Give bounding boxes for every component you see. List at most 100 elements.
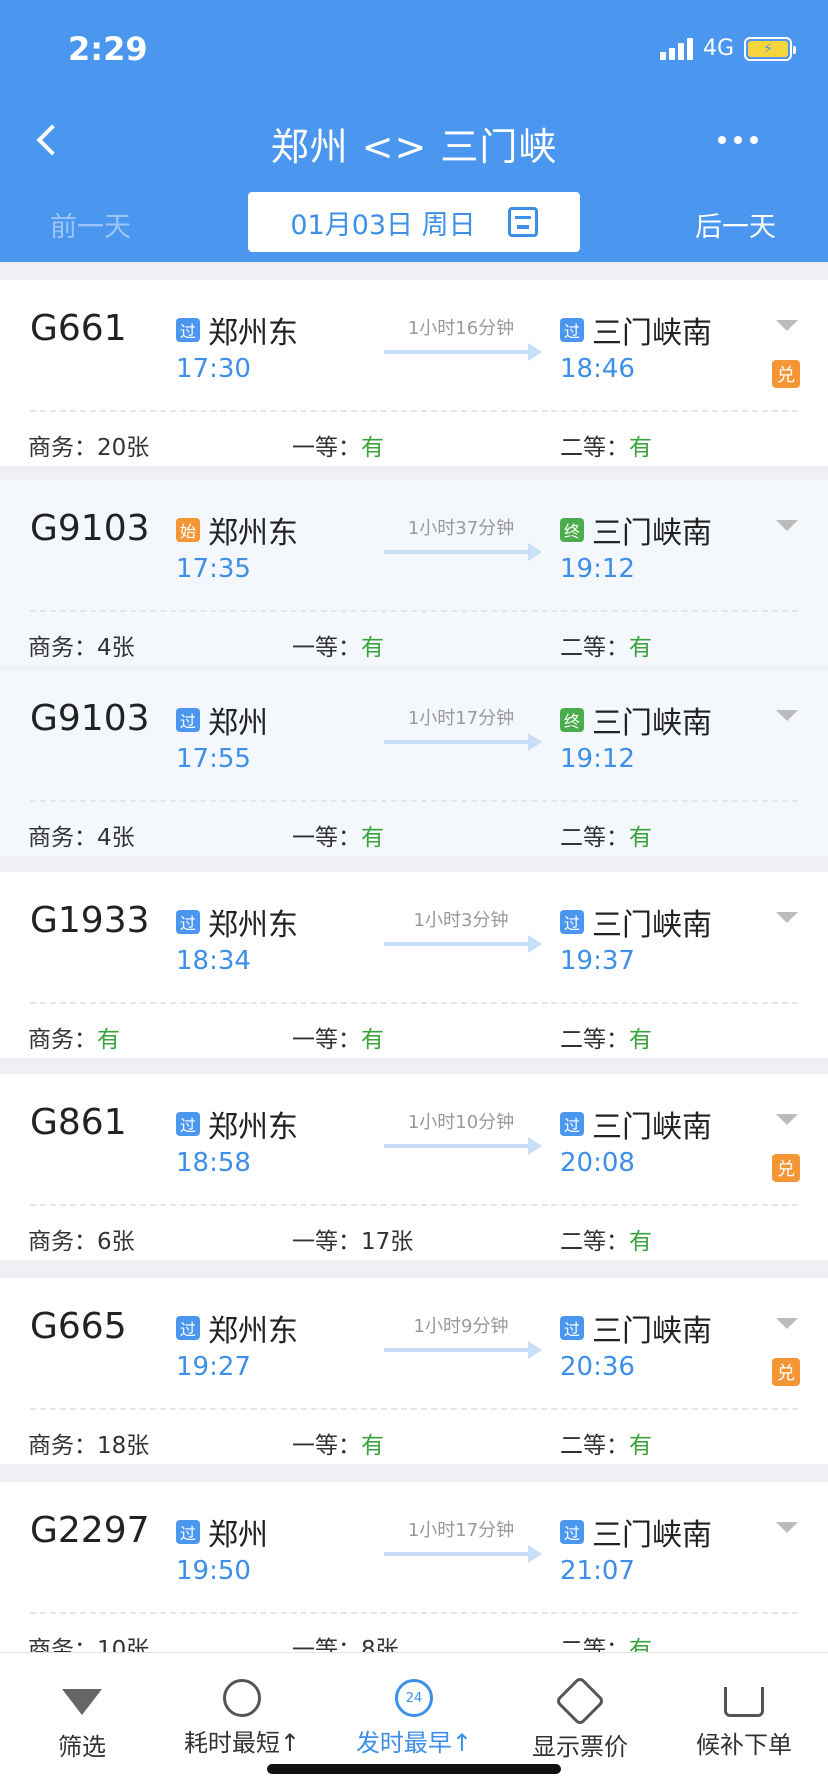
nav-label: 耗时最短↑ [183,1729,301,1757]
pass-tag: 过 [176,1112,200,1136]
arrival-station: 终三门峡南 [560,698,712,742]
redeem-badge: 兑 [772,1154,800,1182]
seat-first: 一等：有 [292,825,384,851]
departure-station: 过郑州东 [176,1102,298,1146]
origin-tag: 始 [176,518,200,542]
seat-business: 商务：18张 [28,1433,150,1459]
seat-second: 二等：有 [560,1637,652,1652]
seat-second: 二等：有 [560,1229,652,1255]
seat-business: 商务：4张 [28,635,135,661]
departure-time: 17:35 [176,554,251,584]
departure-station: 过郑州东 [176,900,298,944]
arrival-station: 过三门峡南 [560,1102,712,1146]
pass-tag: 过 [176,910,200,934]
pass-tag: 过 [560,1316,584,1340]
nav-show-price[interactable]: 显示票价 [510,1675,650,1762]
arrival-station: 过三门峡南 [560,1306,712,1350]
status-time: 2:29 [68,30,148,68]
stopwatch-icon [223,1679,261,1717]
calendar-icon [507,207,538,237]
seat-first: 一等：有 [292,1027,384,1053]
train-card[interactable]: G665 过郑州东 19:27 1小时9分钟 过三门峡南 20:36 兑 商务：… [0,1278,828,1464]
divider [30,610,798,612]
pass-tag: 过 [176,708,200,732]
departure-time: 19:27 [176,1352,251,1382]
arrival-time: 18:46 [560,354,635,384]
nav-earliest[interactable]: 24 发时最早↑ [344,1679,484,1758]
expand-icon[interactable] [776,710,798,721]
expand-icon[interactable] [776,912,798,923]
signal-icon [659,37,693,60]
train-number: G661 [30,308,127,349]
expand-icon[interactable] [776,1318,798,1329]
arrival-time: 21:07 [560,1556,635,1586]
arrival-time: 20:36 [560,1352,635,1382]
arrival-time: 19:37 [560,946,635,976]
next-day-button[interactable]: 后一天 [695,205,776,244]
seat-business: 商务：20张 [28,435,150,461]
train-list[interactable]: G661 过郑州东 17:30 1小时16分钟 过三门峡南 18:46 兑 商务… [0,262,828,1652]
duration: 1小时17分钟 [407,1520,515,1541]
train-number: G2297 [30,1510,150,1551]
date-label: 01月03日 周日 [290,209,476,241]
nav-filter[interactable]: 筛选 [12,1679,152,1762]
train-card[interactable]: G2297 过郑州 19:50 1小时17分钟 过三门峡南 21:07 商务：1… [0,1482,828,1652]
arrow-icon [384,1137,542,1155]
arrival-time: 19:12 [560,744,635,774]
nav-label: 候补下单 [696,1731,792,1759]
departure-time: 18:58 [176,1148,251,1178]
seat-first: 一等：有 [292,1433,384,1459]
expand-icon[interactable] [776,520,798,531]
divider [30,1204,798,1206]
divider [30,800,798,802]
prev-day-button[interactable]: 前一天 [50,205,131,244]
terminal-tag: 终 [560,518,584,542]
more-button[interactable] [718,136,758,144]
train-number: G861 [30,1102,127,1143]
pass-tag: 过 [560,1112,584,1136]
seat-second: 二等：有 [560,825,652,851]
train-number: G1933 [30,900,150,941]
seat-second: 二等：有 [560,1027,652,1053]
arrival-station: 终三门峡南 [560,508,712,552]
divider [30,1408,798,1410]
divider [30,1612,798,1614]
train-card[interactable]: G661 过郑州东 17:30 1小时16分钟 过三门峡南 18:46 兑 商务… [0,280,828,466]
filter-icon [62,1689,102,1715]
duration: 1小时17分钟 [407,708,515,729]
departure-station: 过郑州 [176,1510,268,1554]
arrival-station: 过三门峡南 [560,900,712,944]
divider [30,1002,798,1004]
home-indicator [267,1764,561,1774]
train-card[interactable]: G1933 过郑州东 18:34 1小时3分钟 过三门峡南 19:37 商务：有… [0,872,828,1058]
departure-station: 始郑州东 [176,508,298,552]
nav-shortest[interactable]: 耗时最短↑ [172,1679,312,1758]
train-card[interactable]: G9103 过郑州 17:55 1小时17分钟 终三门峡南 19:12 商务：4… [0,670,828,856]
seat-business: 商务：6张 [28,1229,135,1255]
nav-label: 发时最早↑ [355,1729,473,1757]
departure-time: 17:55 [176,744,251,774]
pass-tag: 过 [176,1316,200,1340]
arrow-icon [384,343,542,361]
seat-first: 一等：8张 [292,1637,399,1652]
pass-tag: 过 [176,318,200,342]
seat-second: 二等：有 [560,1433,652,1459]
seat-business: 商务：10张 [28,1637,150,1652]
duration: 1小时10分钟 [407,1112,515,1133]
seat-business: 商务：有 [28,1027,120,1053]
pass-tag: 过 [560,910,584,934]
seat-first: 一等：有 [292,435,384,461]
expand-icon[interactable] [776,1522,798,1533]
train-number: G9103 [30,698,150,739]
arrow-icon [384,1545,542,1563]
date-picker[interactable]: 01月03日 周日 [248,192,580,252]
expand-icon[interactable] [776,1114,798,1125]
train-card[interactable]: G9103 始郑州东 17:35 1小时37分钟 终三门峡南 19:12 商务：… [0,480,828,666]
battery-icon: ⚡ [744,36,796,61]
page-title: 郑州 <> 三门峡 [270,125,558,169]
expand-icon[interactable] [776,320,798,331]
nav-waitlist[interactable]: 候补下单 [674,1679,814,1760]
train-card[interactable]: G861 过郑州东 18:58 1小时10分钟 过三门峡南 20:08 兑 商务… [0,1074,828,1260]
price-tag-icon [554,1675,606,1727]
seat-first: 一等：17张 [292,1229,414,1255]
